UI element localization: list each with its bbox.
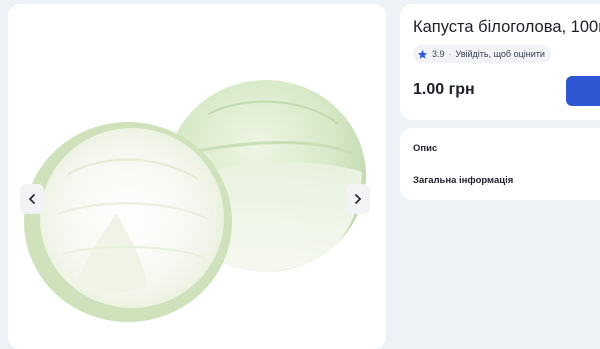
rating-value: 3.9 <box>432 49 445 59</box>
product-title: Капуста білоголова, 100г <box>413 18 600 36</box>
buy-button[interactable] <box>566 76 600 106</box>
gallery-next-button[interactable] <box>346 184 370 214</box>
description-tab[interactable]: Опис <box>413 143 437 154</box>
rate-login-link[interactable]: Увійдіть, щоб оцінити <box>456 49 545 59</box>
product-price: 1.00 грн <box>413 81 475 98</box>
product-image <box>24 80 366 322</box>
general-info-tab[interactable]: Загальна інформація <box>413 175 513 186</box>
chevron-right-icon <box>355 194 362 204</box>
product-gallery <box>8 4 386 349</box>
rating-separator: · <box>448 49 452 59</box>
star-icon <box>417 49 428 60</box>
chevron-left-icon <box>28 194 35 204</box>
gallery-prev-button[interactable] <box>20 184 44 214</box>
product-summary-card: Капуста білоголова, 100г 3.9 · Увійдіть,… <box>400 4 600 120</box>
rating-chip[interactable]: 3.9 · Увійдіть, щоб оцінити <box>413 45 551 63</box>
description-card: Опис Загальна інформація <box>400 128 600 200</box>
